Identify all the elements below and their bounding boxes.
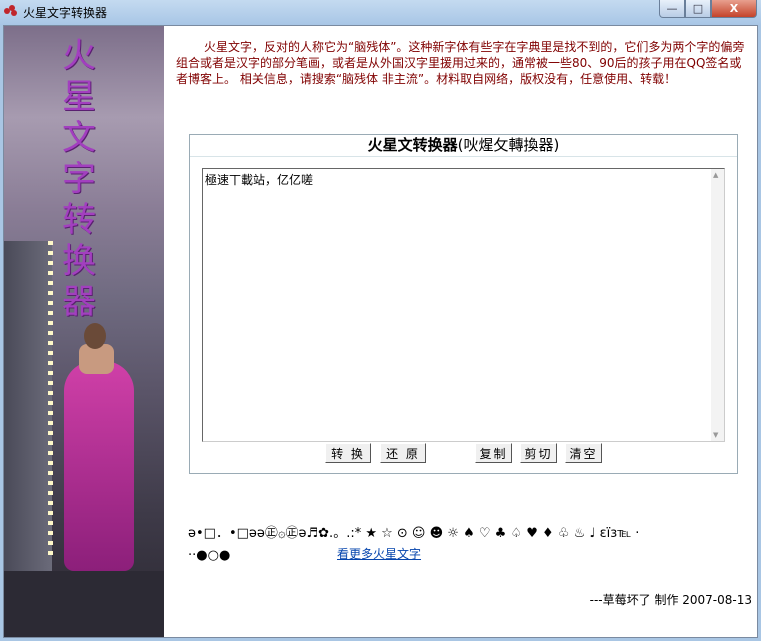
converter-title: 火星文转换器(吙煋攵轉換器) xyxy=(190,135,737,157)
scrollbar[interactable]: ▲ ▼ xyxy=(711,169,724,441)
converter-panel: 火星文转换器(吙煋攵轉換器) 極速丅載站，亿亿嗟 ▲ ▼ 转 换 还 原 复制 剪… xyxy=(189,134,738,474)
more-mars-text-link[interactable]: 看更多火星文字 xyxy=(337,545,421,562)
text-input[interactable]: 極速丅載站，亿亿嗟 xyxy=(202,168,725,442)
lights xyxy=(48,241,53,561)
window-title: 火星文字转换器 xyxy=(23,6,108,20)
scroll-down-icon[interactable]: ▼ xyxy=(713,431,718,439)
intro-text: 火星文字，反对的人称它为“脑残体”。这种新字体有些字在字典里是找不到的，它们多为… xyxy=(176,40,745,86)
cut-button[interactable]: 剪切 xyxy=(520,443,557,463)
convert-button[interactable]: 转 换 xyxy=(325,443,371,463)
scroll-up-icon[interactable]: ▲ xyxy=(713,171,718,179)
clear-button[interactable]: 清空 xyxy=(565,443,602,463)
main-content: 火星文字，反对的人称它为“脑残体”。这种新字体有些字在字典里是找不到的，它们多为… xyxy=(166,26,757,637)
title-bar: 火星文字转换器 — □ X xyxy=(0,0,761,25)
maximize-button[interactable]: □ xyxy=(685,0,711,18)
vertical-title: 火星文字转换器 xyxy=(62,36,96,322)
minimize-button[interactable]: — xyxy=(659,0,685,18)
side-banner-image: 火星文字转换器 xyxy=(4,26,164,637)
symbol-list: ǝ•□．•□ǝǝ㊣۞㊣ǝ♬✿.。.:* ★ ☆ ⊙ ☺ ☻ ☼ ♠ ♡ ♣ ♤ … xyxy=(188,523,748,567)
close-button[interactable]: X xyxy=(711,0,757,18)
symbols-line-2: ··●○● xyxy=(188,548,231,563)
credit-text: ---草莓坏了 制作 2007-08-13 xyxy=(589,593,752,607)
woman-figure xyxy=(64,361,134,571)
restore-button[interactable]: 还 原 xyxy=(380,443,426,463)
ledge xyxy=(4,571,164,637)
copy-button[interactable]: 复制 xyxy=(475,443,512,463)
app-icon xyxy=(4,5,18,17)
app-window: 火星文字转换器 火星文字，反对的人称它为“脑残体”。这种新字体有些字在字典里是找… xyxy=(3,25,758,638)
symbols-line-1: ǝ•□．•□ǝǝ㊣۞㊣ǝ♬✿.。.:* ★ ☆ ⊙ ☺ ☻ ☼ ♠ ♡ ♣ ♤ … xyxy=(188,526,640,541)
